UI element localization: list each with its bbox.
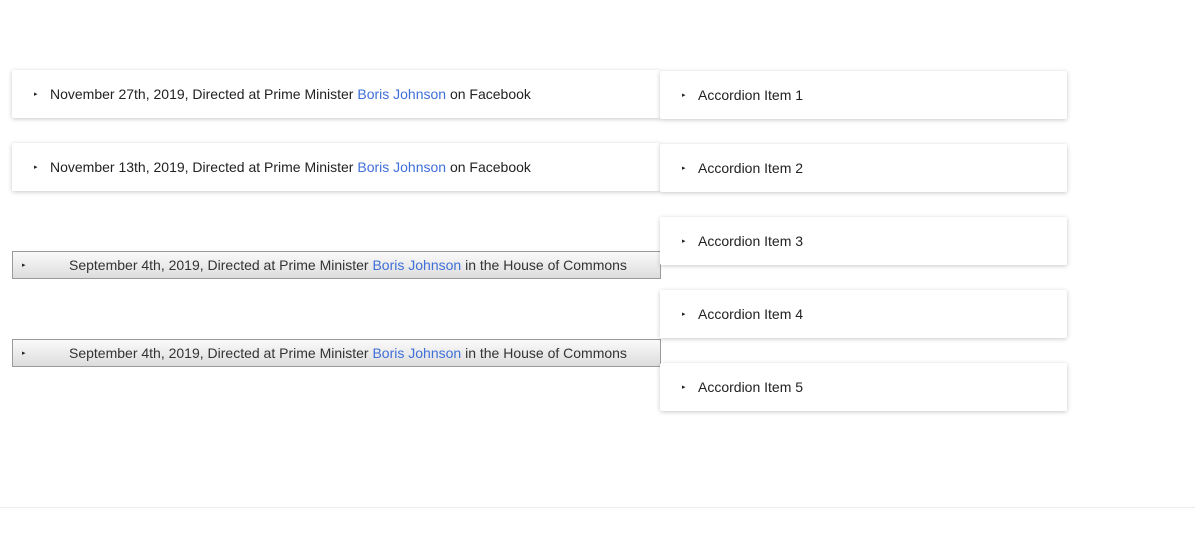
accordion-item-label: Accordion Item 4	[698, 306, 804, 322]
title-text: November 27th, 2019, Directed at Prime M…	[50, 86, 358, 102]
accordion-item-label: Accordion Item 5	[698, 379, 804, 395]
accordion-title: September 4th, 2019, Directed at Prime M…	[60, 257, 627, 273]
accordion-title: September 4th, 2019, Directed at Prime M…	[60, 345, 627, 361]
accordion-header-nov-13[interactable]: ▸ November 13th, 2019, Directed at Prime…	[12, 143, 660, 191]
footer-divider	[0, 507, 1195, 508]
accordion-title: November 27th, 2019, Directed at Prime M…	[50, 86, 531, 102]
title-suffix: in the House of Commons	[461, 257, 627, 273]
title-text: September 4th, 2019, Directed at Prime M…	[69, 257, 373, 273]
title-suffix: on Facebook	[446, 86, 531, 102]
caret-right-icon: ▸	[682, 92, 686, 99]
accordion-bar-sep-4-b[interactable]: ▸ September 4th, 2019, Directed at Prime…	[12, 339, 661, 367]
boris-johnson-link[interactable]: Boris Johnson	[357, 86, 446, 102]
accordion-title: November 13th, 2019, Directed at Prime M…	[50, 159, 531, 175]
accordion-item-label: Accordion Item 2	[698, 160, 804, 176]
title-text: November 13th, 2019, Directed at Prime M…	[50, 159, 358, 175]
title-suffix: in the House of Commons	[461, 345, 627, 361]
title-text: September 4th, 2019, Directed at Prime M…	[69, 345, 373, 361]
caret-right-icon: ▸	[22, 262, 26, 269]
boris-johnson-link[interactable]: Boris Johnson	[372, 345, 461, 361]
caret-right-icon: ▸	[682, 311, 686, 318]
caret-right-icon: ▸	[682, 165, 686, 172]
accordion-item-2[interactable]: ▸ Accordion Item 2	[660, 144, 1067, 192]
accordion-item-1[interactable]: ▸ Accordion Item 1	[660, 71, 1067, 119]
boris-johnson-link[interactable]: Boris Johnson	[357, 159, 446, 175]
caret-right-icon: ▸	[34, 91, 38, 98]
title-suffix: on Facebook	[446, 159, 531, 175]
accordion-item-label: Accordion Item 1	[698, 87, 804, 103]
boris-johnson-link[interactable]: Boris Johnson	[372, 257, 461, 273]
accordion-item-4[interactable]: ▸ Accordion Item 4	[660, 290, 1067, 338]
caret-right-icon: ▸	[22, 350, 26, 357]
accordion-bar-sep-4-a[interactable]: ▸ September 4th, 2019, Directed at Prime…	[12, 251, 661, 279]
accordion-item-5[interactable]: ▸ Accordion Item 5	[660, 363, 1067, 411]
accordion-header-nov-27[interactable]: ▸ November 27th, 2019, Directed at Prime…	[12, 70, 660, 118]
caret-right-icon: ▸	[682, 384, 686, 391]
page: ▸ November 27th, 2019, Directed at Prime…	[0, 0, 1195, 543]
accordion-item-3[interactable]: ▸ Accordion Item 3	[660, 217, 1067, 265]
caret-right-icon: ▸	[682, 238, 686, 245]
caret-right-icon: ▸	[34, 164, 38, 171]
accordion-item-label: Accordion Item 3	[698, 233, 804, 249]
